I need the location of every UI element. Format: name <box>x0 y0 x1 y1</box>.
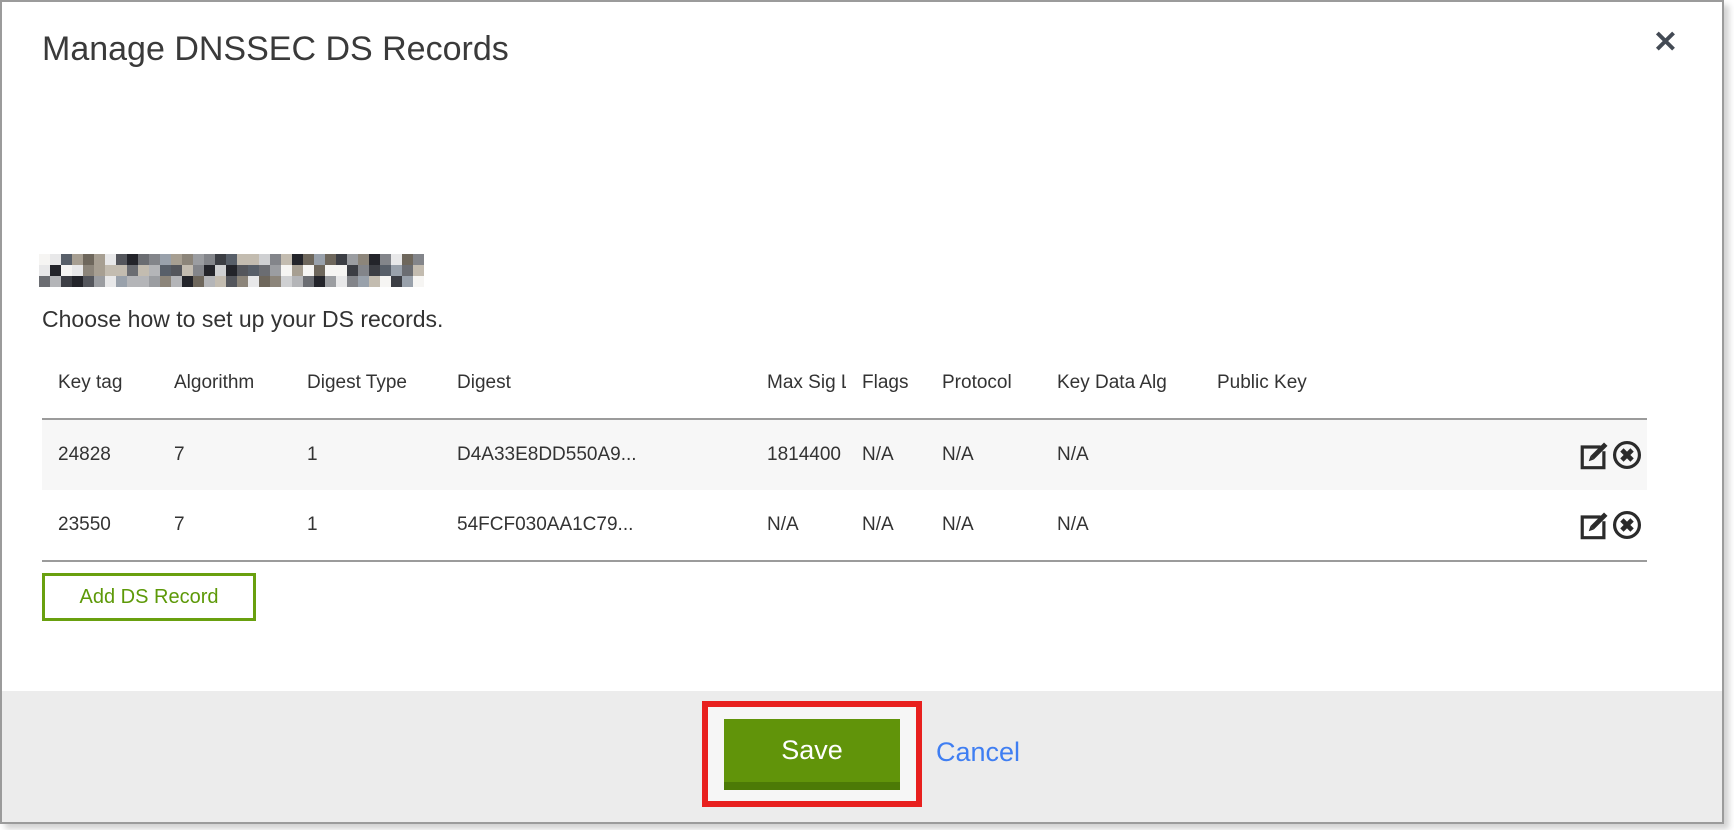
cell-public-key <box>1201 490 1432 561</box>
col-header-protocol: Protocol <box>926 358 1041 419</box>
col-header-key-tag: Key tag <box>42 358 158 419</box>
dialog-footer: Save Cancel <box>2 691 1722 822</box>
add-ds-record-button[interactable]: Add DS Record <box>42 573 256 621</box>
save-button[interactable]: Save <box>724 719 900 790</box>
col-header-max-sig-life: Max Sig Life <box>751 358 846 419</box>
cell-digest-type: 1 <box>291 490 441 561</box>
col-header-digest: Digest <box>441 358 751 419</box>
table-row: 24828 7 1 D4A33E8DD550A9... 1814400 N/A … <box>42 419 1647 490</box>
col-header-public-key: Public Key <box>1201 358 1432 419</box>
delete-record-icon[interactable] <box>1611 509 1643 541</box>
cell-algorithm: 7 <box>158 419 291 490</box>
cell-flags: N/A <box>846 490 926 561</box>
cell-public-key <box>1201 419 1432 490</box>
cell-actions <box>1432 490 1647 561</box>
cell-key-tag: 24828 <box>42 419 158 490</box>
edit-record-icon[interactable] <box>1578 509 1610 541</box>
instruction-text: Choose how to set up your DS records. <box>42 306 443 333</box>
cell-key-tag: 23550 <box>42 490 158 561</box>
cell-algorithm: 7 <box>158 490 291 561</box>
table-header-row: Key tag Algorithm Digest Type Digest Max… <box>42 358 1647 419</box>
cell-key-data-alg: N/A <box>1041 490 1201 561</box>
cell-key-data-alg: N/A <box>1041 419 1201 490</box>
col-header-key-data-alg: Key Data Alg <box>1041 358 1201 419</box>
cell-digest: 54FCF030AA1C79... <box>441 490 751 561</box>
col-header-algorithm: Algorithm <box>158 358 291 419</box>
col-header-digest-type: Digest Type <box>291 358 441 419</box>
cancel-link[interactable]: Cancel <box>936 737 1020 768</box>
cell-digest-type: 1 <box>291 419 441 490</box>
redacted-domain-name <box>39 254 424 287</box>
col-header-flags: Flags <box>846 358 926 419</box>
cell-max-sig-life: N/A <box>751 490 846 561</box>
annotation-highlight-rect: Save <box>702 701 922 807</box>
cell-max-sig-life: 1814400 <box>751 419 846 490</box>
cell-digest: D4A33E8DD550A9... <box>441 419 751 490</box>
cell-protocol: N/A <box>926 419 1041 490</box>
delete-record-icon[interactable] <box>1611 439 1643 471</box>
ds-records-table: Key tag Algorithm Digest Type Digest Max… <box>42 358 1647 562</box>
dialog-title: Manage DNSSEC DS Records <box>42 30 509 69</box>
cell-protocol: N/A <box>926 490 1041 561</box>
col-header-actions <box>1432 358 1647 419</box>
cell-actions <box>1432 419 1647 490</box>
cell-flags: N/A <box>846 419 926 490</box>
close-icon[interactable]: ✕ <box>1649 24 1682 62</box>
table-row: 23550 7 1 54FCF030AA1C79... N/A N/A N/A … <box>42 490 1647 561</box>
manage-dnssec-dialog: Manage DNSSEC DS Records ✕ Choose how to… <box>0 0 1724 824</box>
edit-record-icon[interactable] <box>1578 439 1610 471</box>
